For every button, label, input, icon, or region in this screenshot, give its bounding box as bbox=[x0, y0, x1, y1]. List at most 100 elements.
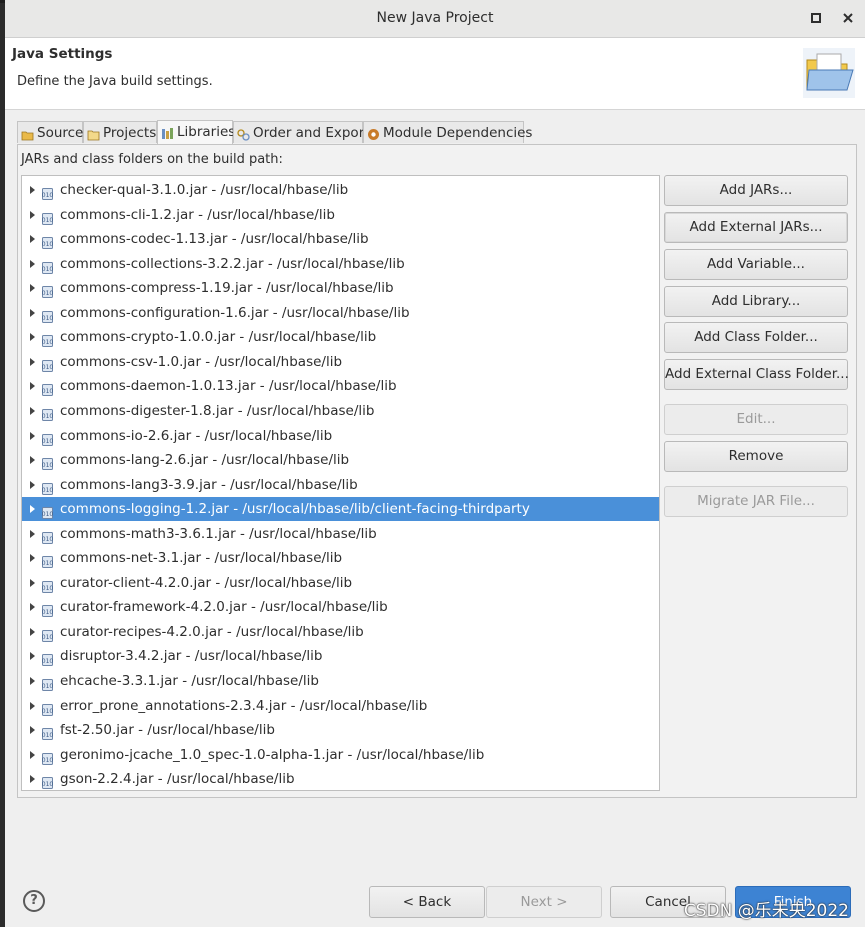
tab-libraries[interactable]: Libraries bbox=[157, 120, 236, 144]
library-row[interactable]: 010 curator-framework-4.2.0.jar - /usr/lo… bbox=[22, 595, 659, 619]
expand-arrow-icon[interactable] bbox=[30, 505, 35, 514]
library-row[interactable]: 010 commons-net-3.1.jar - /usr/local/hbas… bbox=[22, 546, 659, 570]
expand-arrow-icon[interactable] bbox=[30, 603, 35, 612]
svg-text:010: 010 bbox=[42, 511, 53, 518]
expand-arrow-icon[interactable] bbox=[30, 701, 35, 710]
jar-file-icon: 010 bbox=[42, 307, 53, 323]
svg-text:010: 010 bbox=[42, 487, 53, 494]
expand-arrow-icon[interactable] bbox=[30, 677, 35, 685]
tab-source-label: Source bbox=[37, 125, 84, 141]
library-row[interactable]: 010 commons-cli-1.2.jar - /usr/local/hbas… bbox=[22, 203, 659, 227]
library-row[interactable]: 010 commons-crypto-1.0.0.jar - /usr/local… bbox=[22, 325, 659, 349]
tab-module-dependencies[interactable]: Module Dependencies bbox=[363, 121, 532, 143]
projects-icon bbox=[87, 126, 100, 141]
libraries-tree[interactable]: 010 checker-qual-3.1.0.jar - /usr/local/h… bbox=[21, 175, 660, 791]
expand-arrow-icon[interactable] bbox=[30, 210, 35, 219]
migrate-jar-button[interactable]: Migrate JAR File... bbox=[664, 486, 848, 517]
library-row[interactable]: 010 disruptor-3.4.2.jar - /usr/local/hbas… bbox=[22, 644, 659, 668]
library-row[interactable]: 010 commons-math3-3.6.1.jar - /usr/local/… bbox=[22, 522, 659, 546]
jar-file-icon: 010 bbox=[42, 601, 53, 618]
library-row-label: commons-io-2.6.jar - /usr/local/hbase/li… bbox=[60, 427, 333, 444]
expand-arrow-icon[interactable] bbox=[30, 726, 35, 735]
add-external-jars-button[interactable]: Add External JARs... bbox=[664, 212, 848, 243]
library-row[interactable]: 010 commons-digester-1.8.jar - /usr/local… bbox=[22, 399, 659, 423]
svg-text:010: 010 bbox=[42, 585, 53, 592]
help-icon[interactable]: ? bbox=[23, 890, 45, 912]
jar-file-icon: 010 bbox=[42, 650, 53, 667]
expand-arrow-icon[interactable] bbox=[30, 186, 35, 194]
expand-arrow-icon[interactable] bbox=[30, 235, 35, 244]
library-row[interactable]: 010 curator-client-4.2.0.jar - /usr/local… bbox=[22, 571, 659, 595]
expand-arrow-icon[interactable] bbox=[30, 529, 35, 538]
expand-arrow-icon[interactable] bbox=[30, 259, 35, 268]
jar-file-icon: 010 bbox=[42, 356, 53, 372]
library-row-label: ehcache-3.3.1.jar - /usr/local/hbase/lib bbox=[60, 673, 319, 689]
library-row[interactable]: 010 commons-collections-3.2.2.jar - /usr/… bbox=[22, 252, 659, 276]
tab-source[interactable]: Source bbox=[17, 121, 83, 143]
back-button[interactable]: < Back bbox=[369, 886, 485, 918]
library-row[interactable]: 010 gson-2.2.4.jar - /usr/local/hbase/lib bbox=[22, 767, 659, 790]
expand-arrow-icon[interactable] bbox=[30, 456, 35, 465]
remove-button[interactable]: Remove bbox=[664, 441, 848, 472]
expand-arrow-icon[interactable] bbox=[30, 554, 35, 563]
svg-text:010: 010 bbox=[42, 364, 53, 371]
title-bar[interactable]: New Java Project bbox=[5, 0, 865, 38]
expand-arrow-icon[interactable] bbox=[30, 652, 35, 661]
library-row[interactable]: 010 fst-2.50.jar - /usr/local/hbase/lib bbox=[22, 718, 659, 742]
library-row[interactable]: 010 commons-codec-1.13.jar - /usr/local/h… bbox=[22, 227, 659, 251]
library-row[interactable]: 010 checker-qual-3.1.0.jar - /usr/local/h… bbox=[22, 178, 659, 202]
svg-text:010: 010 bbox=[42, 241, 53, 248]
expand-arrow-icon[interactable] bbox=[30, 480, 35, 489]
next-button[interactable]: Next > bbox=[486, 886, 602, 918]
svg-text:010: 010 bbox=[42, 708, 53, 715]
dialog-window: New Java Project Java Settings Define th… bbox=[5, 0, 865, 927]
add-external-class-folder-button[interactable]: Add External Class Folder... bbox=[664, 359, 849, 390]
expand-arrow-icon[interactable] bbox=[30, 406, 35, 415]
jar-file-icon: 010 bbox=[42, 773, 53, 790]
library-row[interactable]: 010 commons-io-2.6.jar - /usr/local/hbase… bbox=[22, 424, 659, 448]
add-class-folder-button[interactable]: Add Class Folder... bbox=[664, 322, 848, 353]
close-icon[interactable] bbox=[839, 9, 857, 27]
library-row[interactable]: 010 commons-daemon-1.0.13.jar - /usr/loca… bbox=[22, 374, 659, 398]
expand-arrow-icon[interactable] bbox=[30, 333, 35, 342]
expand-arrow-icon[interactable] bbox=[30, 431, 35, 440]
jar-file-icon: 010 bbox=[42, 700, 53, 716]
svg-text:010: 010 bbox=[42, 781, 53, 788]
library-row[interactable]: 010 ehcache-3.3.1.jar - /usr/local/hbase/… bbox=[22, 669, 659, 693]
expand-arrow-icon[interactable] bbox=[30, 627, 35, 636]
jar-file-icon: 010 bbox=[42, 258, 53, 274]
svg-text:010: 010 bbox=[42, 757, 53, 764]
expand-arrow-icon[interactable] bbox=[30, 578, 35, 587]
tab-projects[interactable]: Projects bbox=[83, 121, 157, 143]
library-row[interactable]: 010 commons-compress-1.19.jar - /usr/loca… bbox=[22, 276, 659, 300]
library-row[interactable]: 010 commons-lang3-3.9.jar - /usr/local/hb… bbox=[22, 473, 659, 497]
tab-order-and-export[interactable]: Order and Export bbox=[233, 121, 370, 143]
library-row[interactable]: 010 curator-recipes-4.2.0.jar - /usr/loca… bbox=[22, 620, 659, 644]
source-folder-icon bbox=[21, 126, 34, 141]
add-variable-button[interactable]: Add Variable... bbox=[664, 249, 848, 280]
library-row[interactable]: 010 geronimo-jcache_1.0_spec-1.0-alpha-1.… bbox=[22, 743, 659, 767]
library-row[interactable]: 010 commons-lang-2.6.jar - /usr/local/hba… bbox=[22, 448, 659, 472]
jar-file-icon: 010 bbox=[42, 626, 53, 642]
library-row[interactable]: 010 commons-csv-1.0.jar - /usr/local/hbas… bbox=[22, 350, 659, 374]
add-jars-button[interactable]: Add JARs... bbox=[664, 175, 848, 206]
library-row-label: commons-codec-1.13.jar - /usr/local/hbas… bbox=[60, 231, 369, 248]
expand-arrow-icon[interactable] bbox=[30, 284, 35, 293]
expand-arrow-icon[interactable] bbox=[30, 308, 35, 317]
tab-libraries-label: Libraries bbox=[177, 124, 236, 140]
expand-arrow-icon[interactable] bbox=[30, 357, 35, 366]
library-row[interactable]: 010 commons-logging-1.2.jar - /usr/local/… bbox=[22, 497, 659, 522]
tab-module-dependencies-label: Module Dependencies bbox=[383, 125, 533, 141]
expand-arrow-icon[interactable] bbox=[30, 382, 35, 391]
edit-button[interactable]: Edit... bbox=[664, 404, 848, 435]
library-row[interactable]: 010 commons-configuration-1.6.jar - /usr/… bbox=[22, 301, 659, 325]
expand-arrow-icon[interactable] bbox=[30, 750, 35, 759]
maximize-icon[interactable] bbox=[807, 9, 825, 27]
expand-arrow-icon[interactable] bbox=[30, 775, 35, 784]
add-library-button[interactable]: Add Library... bbox=[664, 286, 848, 317]
library-row[interactable]: 010 error_prone_annotations-2.3.4.jar - /… bbox=[22, 694, 659, 718]
svg-text:010: 010 bbox=[42, 339, 53, 346]
jar-file-icon: 010 bbox=[42, 724, 53, 741]
library-row-label: commons-csv-1.0.jar - /usr/local/hbase/l… bbox=[60, 353, 343, 370]
svg-text:010: 010 bbox=[42, 732, 53, 739]
